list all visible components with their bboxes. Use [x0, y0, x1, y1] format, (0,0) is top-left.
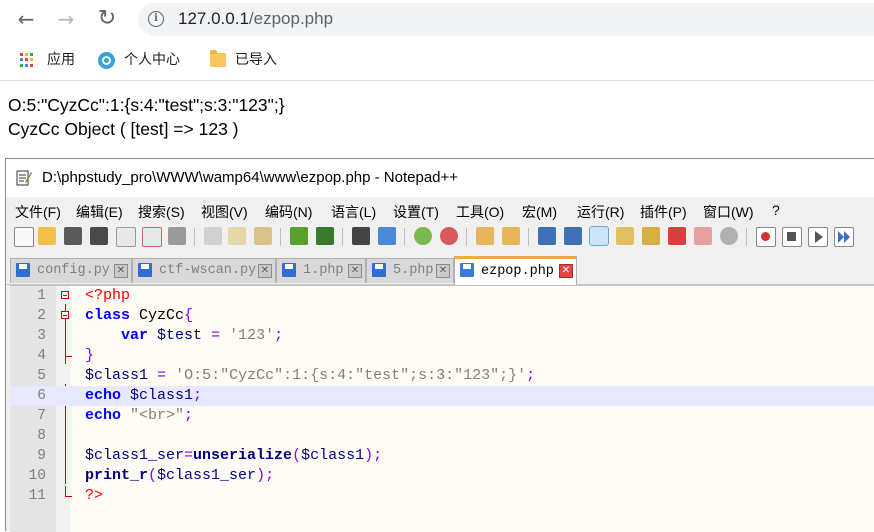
forward-arrow-icon[interactable]: →	[54, 7, 78, 31]
menu-bar: 文件(F) 编辑(E) 搜索(S) 视图(V) 编码(N) 语言(L) 设置(T…	[6, 199, 874, 221]
file-saved-icon	[372, 263, 386, 277]
tab-5-php[interactable]: 5.php ✕	[366, 258, 454, 283]
open-file-icon[interactable]	[38, 227, 56, 245]
toolbar	[6, 223, 874, 251]
menu-window[interactable]: 窗口(W)	[703, 202, 754, 222]
close-all-icon[interactable]	[142, 227, 162, 247]
find-icon[interactable]	[352, 227, 370, 245]
globe-icon	[98, 51, 115, 69]
menu-file[interactable]: 文件(F)	[15, 202, 61, 222]
code-line: 2 class CyzCc{	[37, 307, 194, 324]
menu-language[interactable]: 语言(L)	[331, 202, 376, 222]
print-icon[interactable]	[168, 227, 186, 245]
code-line: 11 ?>	[28, 486, 104, 504]
file-saved-icon	[282, 263, 296, 277]
new-file-icon[interactable]	[14, 227, 34, 247]
folder-as-workspace-icon[interactable]	[694, 227, 712, 245]
code-line: 9 $class1_ser=unserialize($class1);	[37, 447, 383, 464]
bookmark-personal-center[interactable]: 个人中心	[98, 50, 180, 70]
indent-guide-icon[interactable]	[589, 226, 609, 246]
replace-icon[interactable]	[378, 227, 396, 245]
folder-icon	[210, 50, 226, 67]
menu-search[interactable]: 搜索(S)	[138, 202, 185, 222]
sync-vertical-icon[interactable]	[476, 227, 494, 245]
tab-ctf-wscan-py[interactable]: ctf-wscan.py ✕	[132, 258, 276, 283]
menu-edit[interactable]: 编辑(E)	[76, 202, 123, 222]
code-line-current: 6 echo $class1;	[10, 386, 874, 406]
file-saved-icon	[460, 263, 474, 277]
close-tab-icon[interactable]: ✕	[258, 264, 272, 278]
serialized-output: O:5:"CyzCc":1:{s:4:"test";s:3:"123";}	[8, 95, 285, 115]
monitoring-icon[interactable]	[720, 227, 738, 245]
fold-end-marker	[65, 486, 72, 497]
address-bar[interactable]: i 127.0.0.1/ezpop.php	[138, 3, 874, 36]
notepad-window: D:\phpstudy_pro\WWW\wamp64\www\ezpop.php…	[5, 158, 874, 532]
save-icon[interactable]	[64, 227, 82, 245]
save-all-icon[interactable]	[90, 227, 108, 245]
copy-icon[interactable]	[228, 227, 246, 245]
bookmark-imported[interactable]: 已导入	[210, 50, 277, 70]
url-text: 127.0.0.1/ezpop.php	[178, 9, 334, 28]
word-wrap-icon[interactable]	[538, 227, 556, 245]
close-tab-icon[interactable]: ✕	[436, 264, 450, 278]
tab-bar: config.py ✕ ctf-wscan.py ✕ 1.php ✕ 5.php…	[6, 256, 874, 286]
cut-icon[interactable]	[204, 227, 222, 245]
zoom-out-icon[interactable]	[440, 227, 458, 245]
code-line: 7 echo "<br>";	[37, 407, 194, 424]
code-editor[interactable]: 1 <?php 2 class CyzCc{ 3 var $test = '12…	[10, 285, 874, 532]
undo-icon[interactable]	[290, 227, 308, 245]
tab-ezpop-php[interactable]: ezpop.php ✕	[454, 256, 577, 286]
run-macro-multiple-icon[interactable]	[834, 227, 854, 247]
file-saved-icon	[16, 263, 30, 277]
fold-end-marker	[65, 346, 72, 357]
print-r-output: CyzCc Object ( [test] => 123 )	[8, 119, 239, 139]
site-info-icon[interactable]: i	[148, 11, 164, 27]
tab-1-php[interactable]: 1.php ✕	[276, 258, 366, 283]
paste-icon[interactable]	[254, 227, 272, 245]
record-macro-icon[interactable]	[756, 227, 776, 247]
menu-run[interactable]: 运行(R)	[577, 202, 624, 222]
file-saved-icon	[138, 263, 152, 277]
apps-grid-icon	[20, 52, 35, 68]
close-file-icon[interactable]	[116, 227, 136, 247]
window-title: D:\phpstudy_pro\WWW\wamp64\www\ezpop.php…	[42, 169, 459, 186]
notepad-app-icon	[16, 170, 32, 186]
close-tab-icon[interactable]: ✕	[114, 264, 128, 278]
code-line: 1 <?php	[37, 287, 131, 304]
close-tab-icon[interactable]: ✕	[559, 264, 573, 278]
menu-encoding[interactable]: 编码(N)	[265, 202, 312, 222]
menu-macro[interactable]: 宏(M)	[522, 202, 557, 222]
code-line: 5 $class1 = 'O:5:"CyzCc":1:{s:4:"test";s…	[37, 367, 536, 384]
menu-tools[interactable]: 工具(O)	[456, 202, 504, 222]
close-tab-icon[interactable]: ✕	[348, 264, 362, 278]
code-line: 4 }	[37, 346, 95, 364]
code-line: 8	[37, 428, 46, 444]
document-map-icon[interactable]	[642, 227, 660, 245]
fold-toggle-icon[interactable]	[61, 291, 69, 299]
menu-plugins[interactable]: 插件(P)	[640, 202, 687, 222]
back-arrow-icon[interactable]: ←	[14, 7, 38, 31]
tab-config-py[interactable]: config.py ✕	[10, 258, 132, 283]
notepad-titlebar: D:\phpstudy_pro\WWW\wamp64\www\ezpop.php…	[6, 159, 874, 197]
browser-toolbar: ← → ↻ i 127.0.0.1/ezpop.php	[0, 0, 874, 38]
fold-toggle-icon[interactable]	[61, 311, 69, 319]
stop-macro-icon[interactable]	[782, 227, 802, 247]
zoom-in-icon[interactable]	[414, 227, 432, 245]
menu-settings[interactable]: 设置(T)	[393, 202, 439, 222]
show-all-characters-icon[interactable]	[564, 227, 582, 245]
bookmarks-bar: 应用 个人中心 已导入	[0, 40, 874, 81]
sync-horizontal-icon[interactable]	[502, 227, 520, 245]
reload-icon[interactable]: ↻	[95, 7, 119, 31]
code-line: 3 var $test = '123';	[37, 327, 284, 344]
code-line: 10 print_r($class1_ser);	[28, 467, 275, 484]
language-define-icon[interactable]	[616, 227, 634, 245]
redo-icon[interactable]	[316, 227, 334, 245]
play-macro-icon[interactable]	[808, 227, 828, 247]
menu-help[interactable]: ?	[772, 202, 780, 218]
menu-view[interactable]: 视图(V)	[201, 202, 248, 222]
bookmark-apps[interactable]: 应用	[20, 50, 75, 70]
function-list-icon[interactable]	[668, 227, 686, 245]
